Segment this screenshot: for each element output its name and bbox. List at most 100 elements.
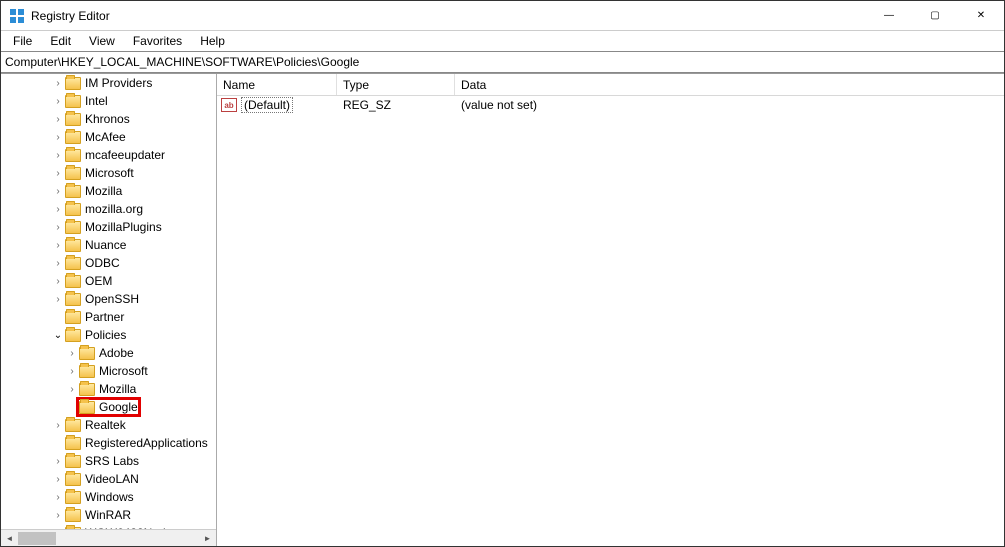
folder-icon bbox=[65, 239, 81, 252]
close-button[interactable]: ✕ bbox=[958, 1, 1004, 30]
chevron-right-icon[interactable]: › bbox=[51, 456, 65, 467]
chevron-right-icon[interactable]: › bbox=[51, 222, 65, 233]
chevron-right-icon[interactable]: › bbox=[51, 420, 65, 431]
folder-icon bbox=[65, 311, 81, 324]
folder-icon bbox=[79, 365, 95, 378]
tree-item-label: Mozilla bbox=[85, 184, 122, 198]
tree-item-label: ODBC bbox=[85, 256, 120, 270]
tree-item-label: Adobe bbox=[99, 346, 134, 360]
folder-icon bbox=[65, 113, 81, 126]
tree-item[interactable]: ›VideoLAN bbox=[1, 470, 216, 488]
tree-item[interactable]: › Adobe bbox=[1, 344, 216, 362]
address-bar[interactable]: Computer\HKEY_LOCAL_MACHINE\SOFTWARE\Pol… bbox=[1, 51, 1004, 73]
tree-item[interactable]: › Microsoft bbox=[1, 164, 216, 182]
tree-item[interactable]: Partner bbox=[1, 308, 216, 326]
folder-icon bbox=[65, 167, 81, 180]
chevron-right-icon[interactable]: › bbox=[51, 150, 65, 161]
tree-item-label: Google bbox=[99, 400, 138, 414]
tree-item[interactable]: RegisteredApplications bbox=[1, 434, 216, 452]
chevron-right-icon[interactable]: › bbox=[51, 492, 65, 503]
tree-item[interactable]: › Realtek bbox=[1, 416, 216, 434]
value-type: REG_SZ bbox=[337, 98, 455, 112]
tree-item[interactable]: › Windows bbox=[1, 488, 216, 506]
scroll-left-arrow-icon[interactable]: ◄ bbox=[1, 530, 18, 546]
menu-view[interactable]: View bbox=[81, 32, 123, 50]
tree-item[interactable]: › Mozilla bbox=[1, 380, 216, 398]
tree-item-label: OEM bbox=[85, 274, 112, 288]
folder-icon bbox=[65, 473, 81, 486]
tree-item[interactable]: › SRS Labs bbox=[1, 452, 216, 470]
menu-favorites[interactable]: Favorites bbox=[125, 32, 190, 50]
chevron-right-icon[interactable]: › bbox=[51, 294, 65, 305]
chevron-right-icon[interactable]: › bbox=[51, 510, 65, 521]
chevron-right-icon[interactable]: › bbox=[51, 114, 65, 125]
menu-file[interactable]: File bbox=[5, 32, 40, 50]
scroll-right-arrow-icon[interactable]: ► bbox=[199, 530, 216, 546]
values-pane: Name Type Data ab(Default)REG_SZ(value n… bbox=[217, 74, 1004, 546]
tree-item[interactable]: ›mozilla.org bbox=[1, 200, 216, 218]
tree-item[interactable]: Google bbox=[1, 398, 216, 416]
scroll-track[interactable] bbox=[18, 530, 199, 546]
tree-item-label: Policies bbox=[85, 328, 126, 342]
tree-item[interactable]: › OEM bbox=[1, 272, 216, 290]
menu-edit[interactable]: Edit bbox=[42, 32, 79, 50]
folder-icon bbox=[79, 347, 95, 360]
horizontal-scrollbar[interactable]: ◄ ► bbox=[1, 529, 216, 546]
chevron-right-icon[interactable]: › bbox=[51, 168, 65, 179]
tree-item[interactable]: ›mcafeeupdater bbox=[1, 146, 216, 164]
chevron-right-icon[interactable]: › bbox=[51, 186, 65, 197]
value-name: (Default) bbox=[241, 97, 293, 113]
column-name[interactable]: Name bbox=[217, 74, 337, 95]
tree-item-label: Microsoft bbox=[85, 166, 134, 180]
maximize-button[interactable]: ▢ bbox=[912, 1, 958, 30]
chevron-right-icon[interactable]: › bbox=[65, 384, 79, 395]
tree-item-label: Realtek bbox=[85, 418, 126, 432]
menu-help[interactable]: Help bbox=[192, 32, 233, 50]
chevron-down-icon[interactable]: ⌄ bbox=[51, 330, 65, 341]
window-controls: — ▢ ✕ bbox=[866, 1, 1004, 30]
tree-item[interactable]: › ODBC bbox=[1, 254, 216, 272]
tree-item[interactable]: ›WinRAR bbox=[1, 506, 216, 524]
chevron-right-icon[interactable]: › bbox=[51, 132, 65, 143]
chevron-right-icon[interactable]: › bbox=[65, 348, 79, 359]
values-header: Name Type Data bbox=[217, 74, 1004, 96]
chevron-right-icon[interactable]: › bbox=[51, 258, 65, 269]
tree-item-label: SRS Labs bbox=[85, 454, 139, 468]
tree-item-label: Intel bbox=[85, 94, 108, 108]
column-type[interactable]: Type bbox=[337, 74, 455, 95]
folder-icon bbox=[65, 221, 81, 234]
tree-item[interactable]: ›OpenSSH bbox=[1, 290, 216, 308]
folder-icon bbox=[79, 401, 95, 414]
tree-item-label: Windows bbox=[85, 490, 134, 504]
regedit-icon bbox=[9, 8, 25, 24]
value-row[interactable]: ab(Default)REG_SZ(value not set) bbox=[217, 96, 1004, 114]
folder-icon bbox=[65, 203, 81, 216]
chevron-right-icon[interactable]: › bbox=[65, 366, 79, 377]
titlebar: Registry Editor — ▢ ✕ bbox=[1, 1, 1004, 31]
tree-item[interactable]: ›Khronos bbox=[1, 110, 216, 128]
chevron-right-icon[interactable]: › bbox=[51, 204, 65, 215]
minimize-button[interactable]: — bbox=[866, 1, 912, 30]
tree-item[interactable]: › Mozilla bbox=[1, 182, 216, 200]
chevron-right-icon[interactable]: › bbox=[51, 276, 65, 287]
folder-icon bbox=[65, 257, 81, 270]
tree-item[interactable]: ›Nuance bbox=[1, 236, 216, 254]
tree-item[interactable]: ⌄ Policies bbox=[1, 326, 216, 344]
tree-item[interactable]: ›Microsoft bbox=[1, 362, 216, 380]
column-data[interactable]: Data bbox=[455, 74, 1004, 95]
folder-icon bbox=[65, 149, 81, 162]
folder-icon bbox=[65, 455, 81, 468]
scroll-thumb[interactable] bbox=[18, 532, 56, 545]
folder-icon bbox=[65, 275, 81, 288]
tree-item[interactable]: ›MozillaPlugins bbox=[1, 218, 216, 236]
chevron-right-icon[interactable]: › bbox=[51, 474, 65, 485]
tree-item-label: Mozilla bbox=[99, 382, 136, 396]
tree-item[interactable]: ›IM Providers bbox=[1, 74, 216, 92]
tree-item[interactable]: › Intel bbox=[1, 92, 216, 110]
chevron-right-icon[interactable]: › bbox=[51, 78, 65, 89]
tree-item-label: Partner bbox=[85, 310, 124, 324]
tree-item[interactable]: ›McAfee bbox=[1, 128, 216, 146]
chevron-right-icon[interactable]: › bbox=[51, 96, 65, 107]
chevron-right-icon[interactable]: › bbox=[51, 240, 65, 251]
tree-scroll[interactable]: ›IM Providers›Intel›Khronos›McAfee›mcafe… bbox=[1, 74, 216, 529]
